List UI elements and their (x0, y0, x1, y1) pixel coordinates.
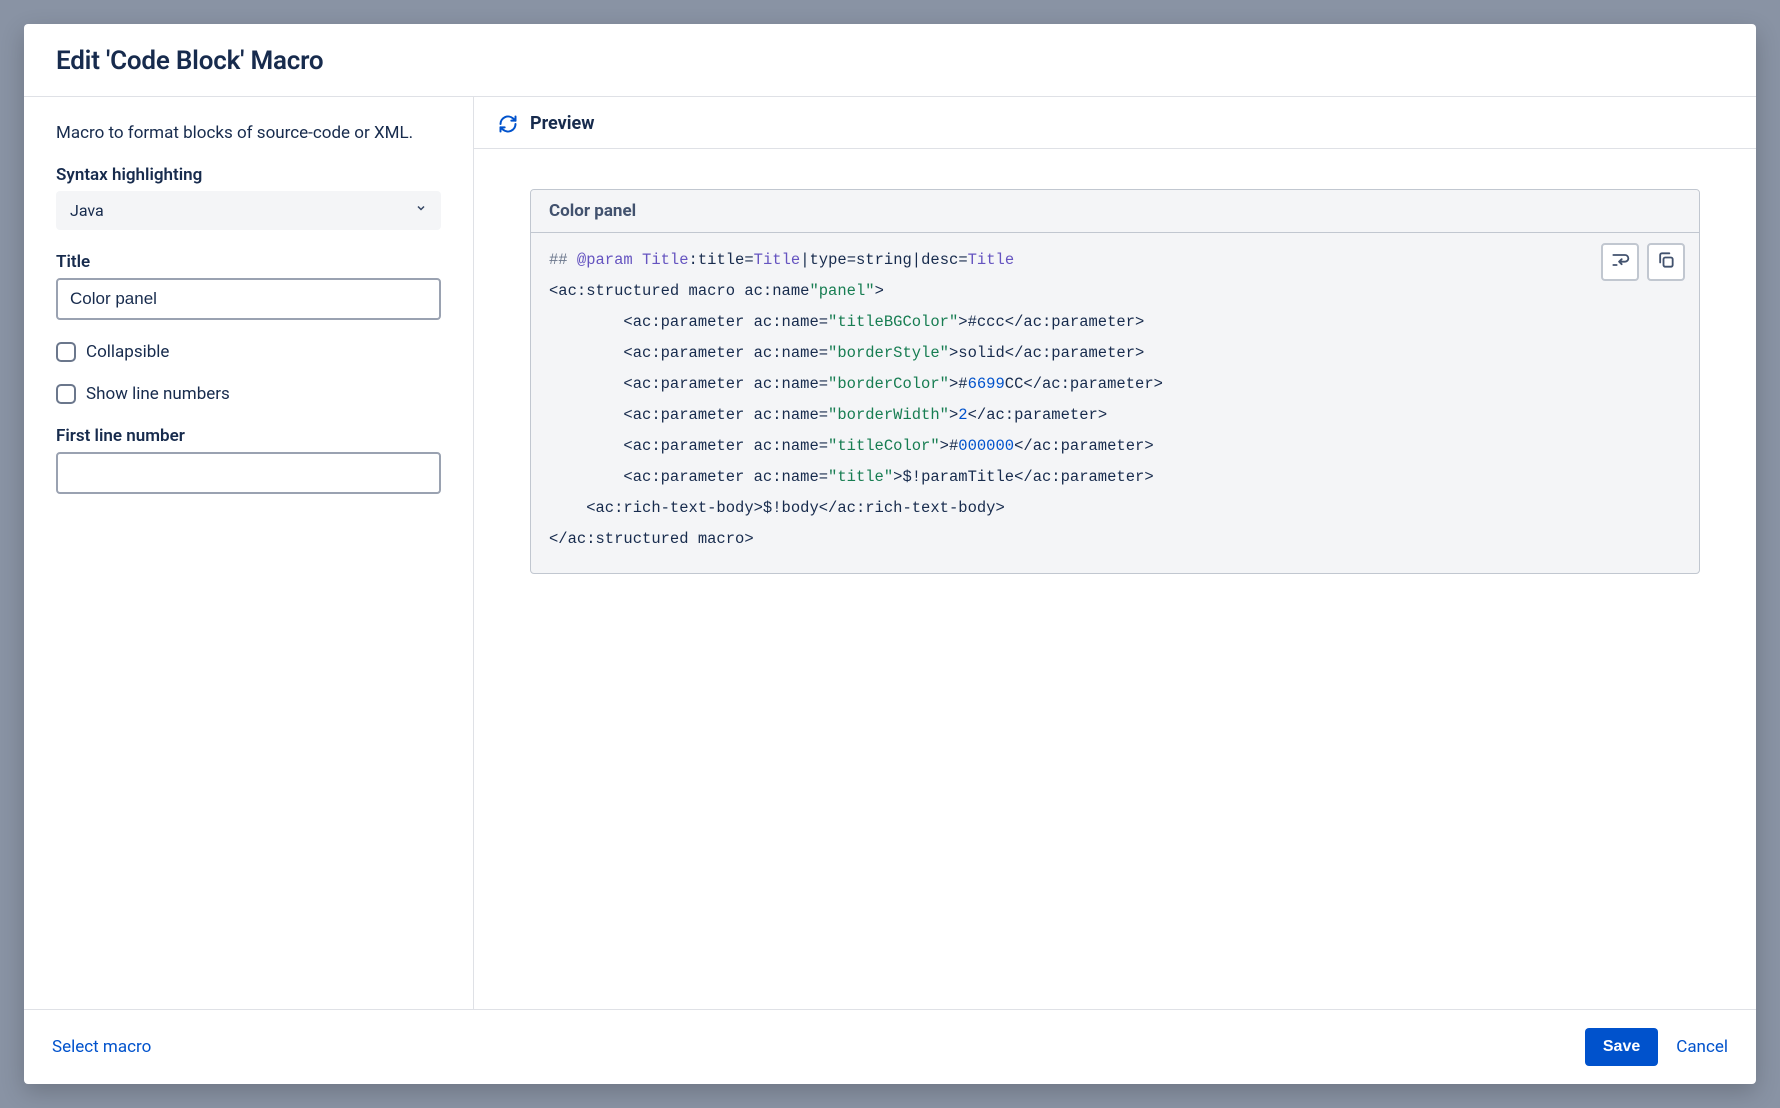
code-block: Color panel (530, 189, 1700, 574)
refresh-icon[interactable] (498, 114, 518, 134)
show-line-numbers-label[interactable]: Show line numbers (86, 384, 230, 404)
syntax-highlighting-label: Syntax highlighting (56, 165, 441, 185)
copy-button[interactable] (1647, 243, 1685, 281)
wrap-lines-button[interactable] (1601, 243, 1639, 281)
first-line-number-input[interactable] (56, 452, 441, 494)
dialog-body: Macro to format blocks of source-code or… (24, 97, 1756, 1009)
syntax-highlighting-group: Syntax highlighting Java (56, 165, 441, 230)
macro-params-panel: Macro to format blocks of source-code or… (24, 97, 474, 1009)
preview-body: Color panel (474, 149, 1756, 1009)
dialog-header: Edit 'Code Block' Macro (24, 24, 1756, 97)
title-group: Title (56, 252, 441, 320)
cancel-button[interactable]: Cancel (1676, 1037, 1728, 1057)
syntax-highlighting-value: Java (70, 201, 104, 220)
wrap-lines-icon (1610, 250, 1630, 274)
show-line-numbers-row: Show line numbers (56, 384, 441, 404)
dialog-title: Edit 'Code Block' Macro (56, 46, 1724, 76)
save-button[interactable]: Save (1585, 1028, 1658, 1066)
first-line-number-label: First line number (56, 426, 441, 446)
macro-description: Macro to format blocks of source-code or… (56, 121, 416, 147)
copy-icon (1656, 250, 1676, 274)
macro-editor-dialog: Edit 'Code Block' Macro Macro to format … (24, 24, 1756, 1084)
preview-panel: Preview Color panel (474, 97, 1756, 1009)
code-block-content: ## @param Title:title=Title|type=string|… (531, 233, 1699, 573)
preview-header: Preview (474, 97, 1756, 149)
collapsible-checkbox[interactable] (56, 342, 76, 362)
dialog-footer: Select macro Save Cancel (24, 1009, 1756, 1084)
code-block-title: Color panel (531, 190, 1699, 233)
collapsible-label[interactable]: Collapsible (86, 342, 169, 362)
code-block-actions (1601, 243, 1685, 281)
title-input[interactable] (56, 278, 441, 320)
preview-title: Preview (530, 113, 594, 134)
collapsible-row: Collapsible (56, 342, 441, 362)
syntax-highlighting-select[interactable]: Java (56, 191, 441, 230)
show-line-numbers-checkbox[interactable] (56, 384, 76, 404)
chevron-down-icon (415, 202, 427, 218)
select-macro-link[interactable]: Select macro (52, 1037, 151, 1057)
first-line-number-group: First line number (56, 426, 441, 494)
footer-actions: Save Cancel (1585, 1028, 1728, 1066)
code-content[interactable]: ## @param Title:title=Title|type=string|… (549, 245, 1681, 555)
title-label: Title (56, 252, 441, 272)
